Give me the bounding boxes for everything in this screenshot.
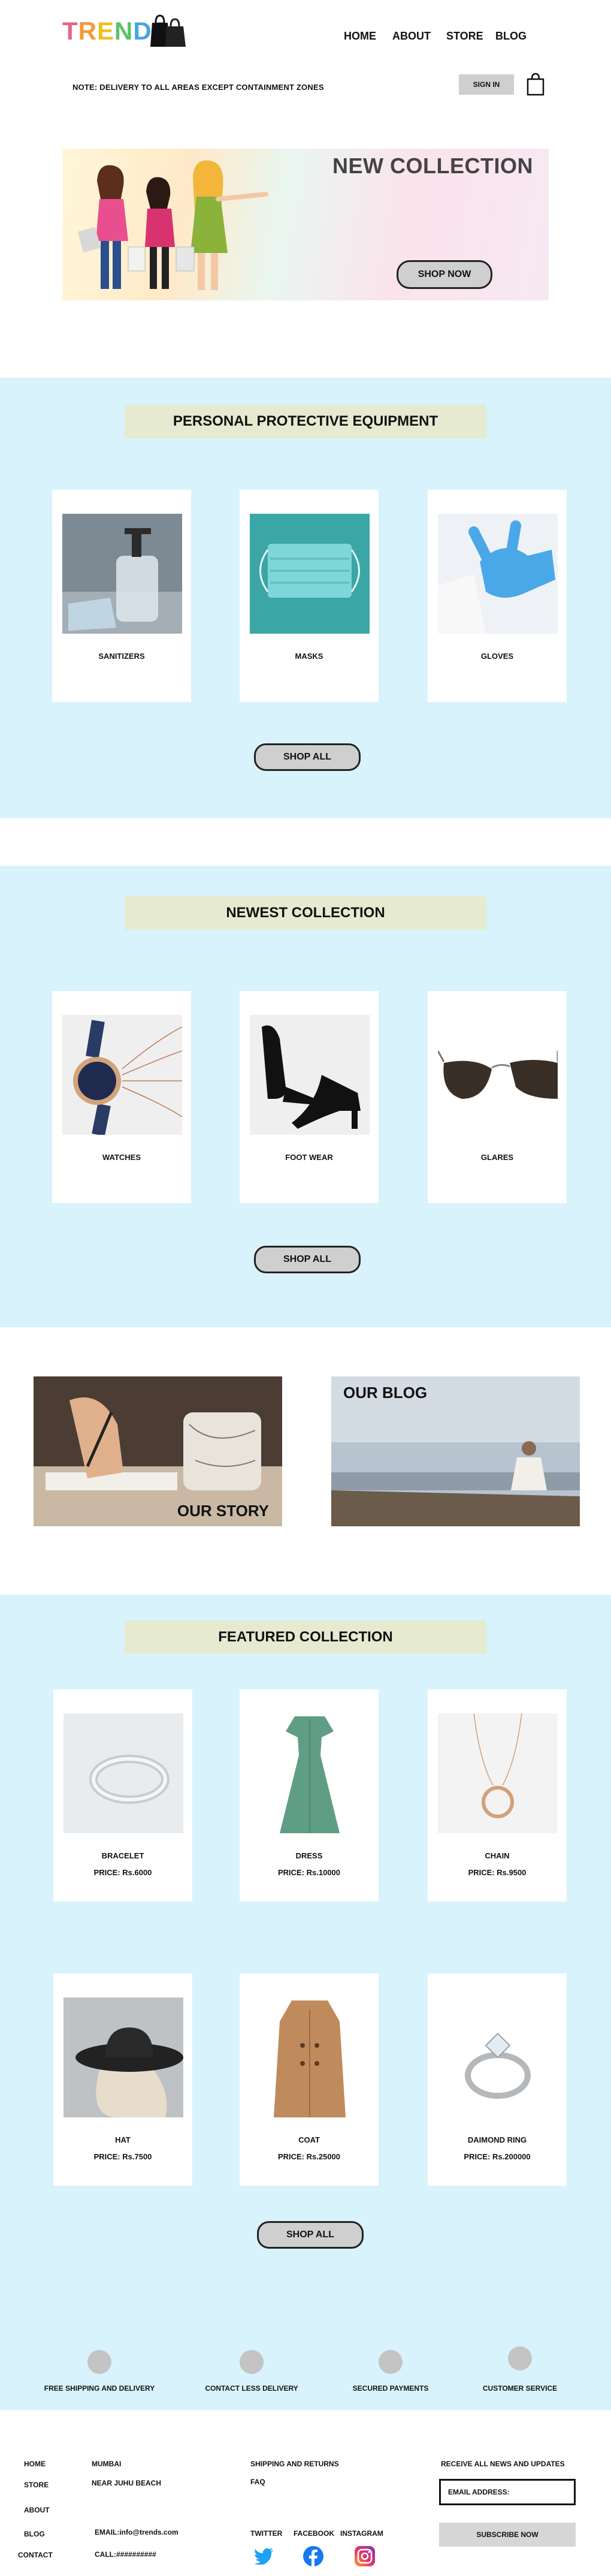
twitter-icon[interactable] xyxy=(254,2548,274,2565)
sunglasses-image xyxy=(438,1015,558,1135)
card-label: WATCHES xyxy=(102,1153,141,1162)
feature-label: SECURED PAYMENTS xyxy=(352,2384,429,2393)
logo[interactable]: TRENDS xyxy=(62,13,188,49)
product-card-masks[interactable]: MASKS xyxy=(240,490,379,702)
shopping-bags-icon xyxy=(150,14,186,47)
nav-blog[interactable]: BLOG xyxy=(495,30,527,43)
faq-link[interactable]: FAQ xyxy=(250,2478,265,2486)
featured-title: FEATURED COLLECTION xyxy=(125,1620,486,1654)
product-card-chain[interactable]: CHAIN PRICE: Rs.9500 xyxy=(428,1689,567,1902)
instagram-icon[interactable] xyxy=(355,2546,375,2566)
product-card-glares[interactable]: GLARES xyxy=(428,991,567,1203)
product-card-coat[interactable]: COAT PRICE: Rs.25000 xyxy=(240,1974,379,2186)
ppe-title: PERSONAL PROTECTIVE EQUIPMENT xyxy=(125,405,486,438)
nav-about[interactable]: ABOUT xyxy=(392,30,431,43)
nav-home[interactable]: HOME xyxy=(344,30,376,43)
newsletter-email-input[interactable]: EMAIL ADDRESS: xyxy=(439,2479,576,2505)
hat-image xyxy=(63,1997,183,2117)
ppe-shop-all-button[interactable]: SHOP ALL xyxy=(254,743,361,771)
shipping-returns-link[interactable]: SHIPPING AND RETURNS xyxy=(250,2460,339,2468)
card-price: PRICE: Rs.10000 xyxy=(277,1868,341,1877)
twitter-link[interactable]: TWITTER xyxy=(250,2529,282,2538)
contactless-delivery-icon xyxy=(240,2350,264,2374)
sanitizer-image xyxy=(62,514,182,634)
delivery-note: NOTE: DELIVERY TO ALL AREAS EXCEPT CONTA… xyxy=(72,83,324,92)
address-city: MUMBAI xyxy=(92,2460,122,2468)
ring-image xyxy=(438,1997,558,2117)
footer-link-contact[interactable]: CONTACT xyxy=(18,2551,53,2559)
card-label: CHAIN xyxy=(485,1851,510,1860)
footer-link-home[interactable]: HOME xyxy=(24,2460,46,2468)
feature-label: FREE SHIPPING AND DELIVERY xyxy=(44,2384,155,2393)
address-line: NEAR JUHU BEACH xyxy=(92,2479,162,2487)
hero-title: NEW COLLECTION xyxy=(332,153,533,178)
card-label: MASKS xyxy=(295,652,323,661)
dress-image xyxy=(250,1713,370,1833)
card-price: PRICE: Rs.7500 xyxy=(93,2152,152,2161)
mask-image xyxy=(250,514,370,634)
card-price: PRICE: Rs.25000 xyxy=(277,2152,341,2161)
card-label: GLOVES xyxy=(480,652,514,661)
watch-image xyxy=(62,1015,182,1135)
product-card-gloves[interactable]: GLOVES xyxy=(428,490,567,702)
our-story-label: OUR STORY xyxy=(177,1502,269,1520)
footer-link-about[interactable]: ABOUT xyxy=(24,2506,50,2514)
card-label: FOOT WEAR xyxy=(285,1153,333,1162)
card-price: PRICE: Rs.9500 xyxy=(468,1868,527,1877)
product-card-dress[interactable]: DRESS PRICE: Rs.10000 xyxy=(240,1689,379,1902)
facebook-icon[interactable] xyxy=(303,2546,323,2566)
card-label: DRESS xyxy=(295,1851,323,1860)
card-label: HAT xyxy=(115,2135,131,2144)
feature-label: CUSTOMER SERVICE xyxy=(482,2384,558,2393)
subscribe-button[interactable]: SUBSCRIBE NOW xyxy=(439,2523,576,2547)
card-price: PRICE: Rs.6000 xyxy=(93,1868,152,1877)
card-label: COAT xyxy=(298,2135,320,2144)
card-label: SANITIZERS xyxy=(98,652,145,661)
contact-phone: CALL:########## xyxy=(95,2550,156,2559)
hero-banner: NEW COLLECTION SHOP NOW xyxy=(62,149,549,300)
our-blog-label: OUR BLOG xyxy=(343,1384,428,1402)
featured-shop-all-button[interactable]: SHOP ALL xyxy=(257,2221,364,2249)
product-card-diamond-ring[interactable]: DAIMOND RING PRICE: Rs.200000 xyxy=(428,1974,567,2186)
our-story-card[interactable]: OUR STORY xyxy=(34,1376,282,1526)
card-label: GLARES xyxy=(480,1153,514,1162)
product-card-footwear[interactable]: FOOT WEAR xyxy=(240,991,379,1203)
shopping-girls-illustration xyxy=(77,160,268,290)
newsletter-title: RECEIVE ALL NEWS AND UPDATES xyxy=(441,2460,565,2468)
facebook-link[interactable]: FACEBOOK xyxy=(294,2529,334,2538)
instagram-link[interactable]: INSTAGRAM xyxy=(340,2529,383,2538)
product-card-hat[interactable]: HAT PRICE: Rs.7500 xyxy=(53,1974,192,2186)
bracelet-image xyxy=(63,1713,183,1833)
cart-bag-icon[interactable] xyxy=(526,72,545,96)
customer-service-icon xyxy=(508,2346,532,2370)
feature-label: CONTACT LESS DELIVERY xyxy=(205,2384,298,2393)
product-card-bracelet[interactable]: BRACELET PRICE: Rs.6000 xyxy=(53,1689,192,1902)
product-card-sanitizers[interactable]: SANITIZERS xyxy=(52,490,191,702)
shop-now-button[interactable]: SHOP NOW xyxy=(397,260,492,289)
footer-link-blog[interactable]: BLOG xyxy=(24,2530,45,2538)
card-label: DAIMOND RING xyxy=(467,2135,527,2144)
card-price: PRICE: Rs.200000 xyxy=(464,2152,531,2161)
gloves-image xyxy=(438,514,558,634)
footer-link-store[interactable]: STORE xyxy=(24,2481,49,2489)
newest-title: NEWEST COLLECTION xyxy=(125,896,486,930)
signin-button[interactable]: SIGN IN xyxy=(459,74,514,95)
coat-image xyxy=(250,1997,370,2117)
chain-image xyxy=(438,1713,558,1833)
contact-email: EMAIL:info@trends.com xyxy=(95,2528,179,2536)
free-shipping-icon xyxy=(87,2350,111,2374)
footwear-image xyxy=(250,1015,370,1135)
our-blog-card[interactable]: OUR BLOG xyxy=(331,1376,580,1526)
nav-store[interactable]: STORE xyxy=(446,30,483,43)
newest-shop-all-button[interactable]: SHOP ALL xyxy=(254,1246,361,1273)
product-card-watches[interactable]: WATCHES xyxy=(52,991,191,1203)
secured-payments-icon xyxy=(379,2350,403,2374)
card-label: BRACELET xyxy=(101,1851,144,1860)
